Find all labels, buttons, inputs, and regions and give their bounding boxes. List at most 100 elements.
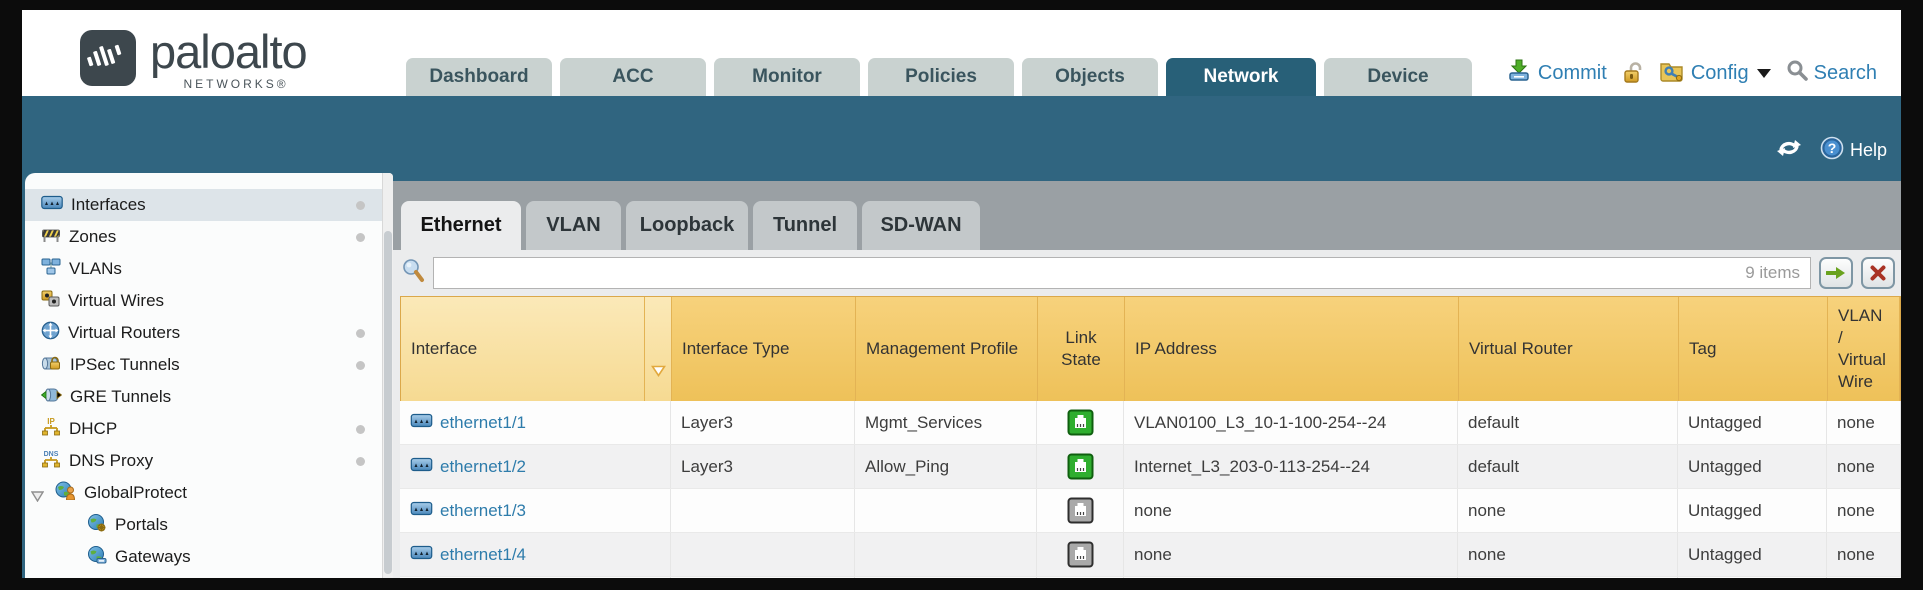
tab-ethernet[interactable]: Ethernet [401, 201, 521, 250]
virtual-routers-icon [41, 321, 60, 345]
interface-name-link[interactable]: ethernet1/4 [440, 545, 526, 565]
column-header-vlan-virtual-wire[interactable]: VLAN / Virtual Wire [1828, 297, 1900, 401]
brand-name: paloalto [150, 30, 307, 74]
portals-icon [87, 514, 107, 537]
column-header-management-profile[interactable]: Management Profile [856, 297, 1038, 401]
interface-cell: ethernet1/5 [400, 577, 671, 578]
ip-address-cell: none [1124, 577, 1458, 578]
tab-tunnel[interactable]: Tunnel [753, 201, 857, 250]
virtual-router-cell: default [1458, 401, 1678, 444]
lock-icon[interactable] [1622, 61, 1644, 85]
ip-address-cell: VLAN0100_L3_10-1-100-254--24 [1124, 401, 1458, 444]
sidebar-item-gateways[interactable]: Gateways [25, 541, 393, 573]
sidebar-item-dns-proxy[interactable]: DNS DNS Proxy [25, 445, 393, 477]
tag-cell: Untagged [1678, 445, 1827, 488]
brand-subtitle: NETWORKS® [150, 77, 307, 91]
clear-filter-button[interactable] [1861, 257, 1895, 289]
sidebar-item-gre-tunnels[interactable]: GRE Tunnels [25, 381, 393, 413]
interface-type-cell [671, 533, 855, 576]
ethernet-panel: Interface Interface Type Management Prof… [393, 250, 1901, 578]
tab-device[interactable]: Device [1324, 58, 1472, 96]
vlan-virtual-wire-cell: none [1827, 533, 1901, 576]
tab-sdwan[interactable]: SD-WAN [862, 201, 980, 250]
management-profile-cell [855, 489, 1037, 532]
sidebar-scrollbar[interactable] [382, 173, 393, 578]
tab-loopback[interactable]: Loopback [626, 201, 748, 250]
status-dot [356, 361, 365, 370]
sidebar-item-virtual-routers[interactable]: Virtual Routers [25, 317, 393, 349]
collapse-triangle-icon[interactable] [31, 487, 44, 507]
column-header-interface[interactable]: Interface [401, 297, 645, 401]
tab-objects[interactable]: Objects [1022, 58, 1158, 96]
interface-cell: ethernet1/2 [400, 445, 671, 488]
column-header-tag[interactable]: Tag [1679, 297, 1828, 401]
virtual-router-cell: default [1458, 445, 1678, 488]
ipsec-tunnels-icon [41, 354, 62, 376]
vlan-virtual-wire-cell: none [1827, 401, 1901, 444]
sidebar-item-zones[interactable]: Zones [25, 221, 393, 253]
zones-icon [41, 227, 61, 248]
gateways-icon [87, 546, 107, 569]
ethernet-port-icon [410, 413, 433, 433]
search-button[interactable]: Search [1786, 59, 1877, 87]
network-sidebar: Interfaces [25, 173, 393, 578]
table-row: ethernet1/4 [400, 533, 1901, 577]
ip-address-cell: Internet_L3_203-0-113-254--24 [1124, 445, 1458, 488]
sidebar-item-portals[interactable]: Portals [25, 509, 393, 541]
interface-name-link[interactable]: ethernet1/2 [440, 457, 526, 477]
interface-name-link[interactable]: ethernet1/3 [440, 501, 526, 521]
globe-icon [87, 578, 107, 579]
column-header-virtual-router[interactable]: Virtual Router [1459, 297, 1679, 401]
sidebar-item-ipsec-tunnels[interactable]: IPSec Tunnels [25, 349, 393, 381]
tab-monitor[interactable]: Monitor [714, 58, 860, 96]
virtual-router-cell: none [1458, 533, 1678, 576]
sidebar-item-partial[interactable] [25, 573, 393, 578]
apply-filter-button[interactable] [1819, 257, 1853, 289]
vlan-virtual-wire-cell: none [1827, 445, 1901, 488]
table-header-row: Interface Interface Type Management Prof… [400, 296, 1901, 401]
virtual-router-cell: none [1458, 577, 1678, 578]
interfaces-icon [41, 195, 63, 215]
paloalto-logo: paloalto NETWORKS® [80, 30, 307, 91]
config-icon [1659, 59, 1685, 88]
link-state-icon [1067, 497, 1094, 524]
app-window: paloalto NETWORKS® Dashboard ACC Monitor… [22, 10, 1901, 578]
tab-network[interactable]: Network [1166, 58, 1316, 96]
link-state-icon [1067, 541, 1094, 568]
interface-cell: ethernet1/4 [400, 533, 671, 576]
svg-text:IP: IP [47, 417, 55, 426]
commit-button[interactable]: Commit [1507, 58, 1607, 88]
ethernet-port-icon [410, 545, 433, 565]
main-nav-tabs: Dashboard ACC Monitor Policies Objects N… [406, 58, 1472, 96]
virtual-wires-icon [41, 290, 60, 312]
ethernet-port-icon [410, 501, 433, 521]
interface-type-cell: Layer3 [671, 445, 855, 488]
table-row: ethernet1/3 [400, 489, 1901, 533]
scrollbar-thumb[interactable] [384, 231, 392, 574]
vlans-icon [41, 258, 61, 280]
link-state-icon [1067, 409, 1094, 436]
config-menu[interactable]: Config [1659, 59, 1771, 88]
main-content: Ethernet VLAN Loopback Tunnel SD-WAN [393, 96, 1901, 578]
interface-type-cell [671, 489, 855, 532]
management-profile-cell [855, 577, 1037, 578]
sidebar-item-dhcp[interactable]: IP DHCP [25, 413, 393, 445]
tab-vlan[interactable]: VLAN [526, 201, 621, 250]
tab-acc[interactable]: ACC [560, 58, 706, 96]
sidebar-item-globalprotect[interactable]: GlobalProtect [25, 477, 393, 509]
column-header-link-state[interactable]: Link State [1038, 297, 1125, 401]
tab-dashboard[interactable]: Dashboard [406, 58, 552, 96]
chevron-down-icon [1757, 69, 1771, 78]
interfaces-table: Interface Interface Type Management Prof… [400, 296, 1901, 578]
workspace: ? Help Interfaces [22, 96, 1901, 578]
sidebar-item-vlans[interactable]: VLANs [25, 253, 393, 285]
column-sort-dropdown[interactable] [645, 297, 672, 401]
column-header-ip-address[interactable]: IP Address [1125, 297, 1459, 401]
column-header-interface-type[interactable]: Interface Type [672, 297, 856, 401]
sidebar-item-virtual-wires[interactable]: Virtual Wires [25, 285, 393, 317]
filter-input[interactable] [433, 257, 1811, 289]
tab-policies[interactable]: Policies [868, 58, 1014, 96]
sidebar-item-interfaces[interactable]: Interfaces [25, 189, 393, 221]
top-bar: paloalto NETWORKS® Dashboard ACC Monitor… [22, 10, 1901, 96]
interface-name-link[interactable]: ethernet1/1 [440, 413, 526, 433]
